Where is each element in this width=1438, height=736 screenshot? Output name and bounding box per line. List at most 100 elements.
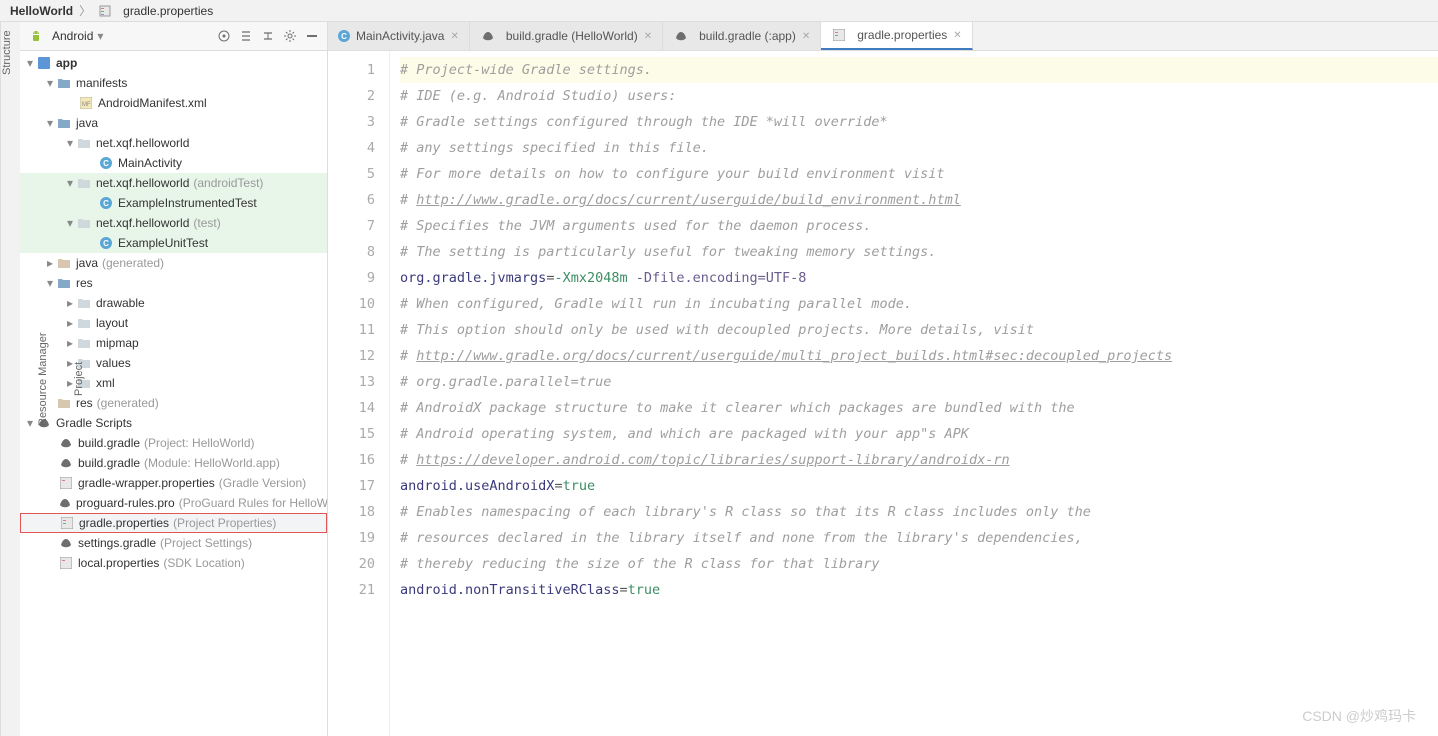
editor-tab[interactable]: CMainActivity.java✕ xyxy=(328,22,470,50)
code-line[interactable]: # IDE (e.g. Android Studio) users: xyxy=(400,83,1438,109)
code-line[interactable]: android.useAndroidX=true xyxy=(400,473,1438,499)
tree-bg-module[interactable]: build.gradle(Module: HelloWorld.app) xyxy=(20,453,327,473)
breadcrumb-project[interactable]: HelloWorld xyxy=(10,4,73,18)
breadcrumb-sep: 〉 xyxy=(79,2,91,19)
tree-gradle-properties[interactable]: gradle.properties(Project Properties) xyxy=(20,513,327,533)
watermark: CSDN @炒鸡玛卡 xyxy=(1302,706,1416,726)
line-number: 11 xyxy=(328,317,375,343)
line-gutter: 123456789101112131415161718192021 xyxy=(328,51,390,736)
code-line[interactable]: # Enables namespacing of each library's … xyxy=(400,499,1438,525)
code-line[interactable]: # https://developer.android.com/topic/li… xyxy=(400,447,1438,473)
tree-values[interactable]: ▸values xyxy=(20,353,327,373)
line-number: 21 xyxy=(328,577,375,603)
tree-xml[interactable]: ▸xml xyxy=(20,373,327,393)
folder-icon xyxy=(56,78,72,88)
tree-instr-test[interactable]: CExampleInstrumentedTest xyxy=(20,193,327,213)
hide-icon[interactable] xyxy=(305,29,319,43)
rail-resource-manager[interactable]: Resource Manager xyxy=(37,332,49,426)
tree-drawable[interactable]: ▸drawable xyxy=(20,293,327,313)
tree-main-activity[interactable]: CMainActivity xyxy=(20,153,327,173)
code-line[interactable]: android.nonTransitiveRClass=true xyxy=(400,577,1438,603)
editor-tab[interactable]: build.gradle (HelloWorld) ✕ xyxy=(470,22,663,50)
properties-icon xyxy=(58,477,74,489)
line-number: 19 xyxy=(328,525,375,551)
code-line[interactable]: # Gradle settings configured through the… xyxy=(400,109,1438,135)
code-line[interactable]: # The setting is particularly useful for… xyxy=(400,239,1438,265)
tree-app[interactable]: ▾app xyxy=(20,53,327,73)
line-number: 18 xyxy=(328,499,375,525)
tab-label: build.gradle (:app) xyxy=(699,29,796,43)
tree-mipmap[interactable]: ▸mipmap xyxy=(20,333,327,353)
folder-icon xyxy=(76,298,92,308)
project-tree[interactable]: ▾app ▾manifests MFAndroidManifest.xml ▾j… xyxy=(20,51,327,736)
tree-proguard[interactable]: proguard-rules.pro(ProGuard Rules for He… xyxy=(20,493,327,513)
code-line[interactable]: # Android operating system, and which ar… xyxy=(400,421,1438,447)
code-line[interactable]: # This option should only be used with d… xyxy=(400,317,1438,343)
tree-local-props[interactable]: local.properties(SDK Location) xyxy=(20,553,327,573)
code-line[interactable]: # AndroidX package structure to make it … xyxy=(400,395,1438,421)
tree-gradle-scripts[interactable]: ▾Gradle Scripts xyxy=(20,413,327,433)
code-line[interactable]: # any settings specified in this file. xyxy=(400,135,1438,161)
tree-java-gen[interactable]: ▸java(generated) xyxy=(20,253,327,273)
close-icon[interactable]: ✕ xyxy=(450,31,458,42)
properties-icon xyxy=(831,29,847,41)
class-icon: C xyxy=(98,197,114,209)
editor-body[interactable]: 123456789101112131415161718192021 # Proj… xyxy=(328,51,1438,736)
gradle-icon xyxy=(480,30,496,42)
breadcrumb-file[interactable]: gradle.properties xyxy=(123,4,213,18)
code-line[interactable]: # org.gradle.parallel=true xyxy=(400,369,1438,395)
close-icon[interactable]: ✕ xyxy=(644,31,652,42)
rail-project[interactable]: Project xyxy=(73,362,85,396)
line-number: 14 xyxy=(328,395,375,421)
code-line[interactable]: # Project-wide Gradle settings. xyxy=(400,57,1438,83)
folder-icon xyxy=(56,118,72,128)
tab-label: build.gradle (HelloWorld) xyxy=(506,29,638,43)
sidebar-header: Android ▾ xyxy=(20,22,327,51)
code-line[interactable]: # http://www.gradle.org/docs/current/use… xyxy=(400,187,1438,213)
tree-res-gen[interactable]: res(generated) xyxy=(20,393,327,413)
tree-layout[interactable]: ▸layout xyxy=(20,313,327,333)
tree-java[interactable]: ▾java xyxy=(20,113,327,133)
code-line[interactable]: # thereby reducing the size of the R cla… xyxy=(400,551,1438,577)
tree-manifests[interactable]: ▾manifests xyxy=(20,73,327,93)
folder-icon xyxy=(76,318,92,328)
tree-pkg-test[interactable]: ▾net.xqf.helloworld(test) xyxy=(20,213,327,233)
package-icon xyxy=(76,178,92,188)
settings-icon[interactable] xyxy=(283,29,297,43)
close-icon[interactable]: ✕ xyxy=(953,30,961,41)
editor-tab[interactable]: build.gradle (:app) ✕ xyxy=(663,22,821,50)
tree-unit-test[interactable]: CExampleUnitTest xyxy=(20,233,327,253)
select-opened-icon[interactable] xyxy=(217,29,231,43)
tree-settings-gradle[interactable]: settings.gradle(Project Settings) xyxy=(20,533,327,553)
sidebar-mode-selector[interactable]: Android ▾ xyxy=(28,29,211,43)
code-line[interactable]: org.gradle.jvmargs=-Xmx2048m -Dfile.enco… xyxy=(400,265,1438,291)
collapse-icon[interactable] xyxy=(261,29,275,43)
manifest-icon: MF xyxy=(78,97,94,109)
code-line[interactable]: # Specifies the JVM arguments used for t… xyxy=(400,213,1438,239)
editor-tab[interactable]: gradle.properties ✕ xyxy=(821,22,972,50)
rail-structure[interactable]: Structure xyxy=(1,30,13,75)
tree-wrapper[interactable]: gradle-wrapper.properties(Gradle Version… xyxy=(20,473,327,493)
line-number: 16 xyxy=(328,447,375,473)
line-number: 6 xyxy=(328,187,375,213)
line-number: 2 xyxy=(328,83,375,109)
tab-label: gradle.properties xyxy=(857,28,947,42)
tab-label: MainActivity.java xyxy=(356,29,444,43)
tree-pkg-main[interactable]: ▾net.xqf.helloworld xyxy=(20,133,327,153)
expand-icon[interactable] xyxy=(239,29,253,43)
tree-manifest-file[interactable]: MFAndroidManifest.xml xyxy=(20,93,327,113)
code-content[interactable]: # Project-wide Gradle settings.# IDE (e.… xyxy=(390,51,1438,736)
gradle-icon xyxy=(58,497,72,509)
tree-res[interactable]: ▾res xyxy=(20,273,327,293)
tree-bg-project[interactable]: build.gradle(Project: HelloWorld) xyxy=(20,433,327,453)
package-icon xyxy=(76,138,92,148)
line-number: 13 xyxy=(328,369,375,395)
tree-pkg-androidtest[interactable]: ▾net.xqf.helloworld(androidTest) xyxy=(20,173,327,193)
code-line[interactable]: # When configured, Gradle will run in in… xyxy=(400,291,1438,317)
gen-folder-icon xyxy=(56,258,72,268)
android-icon xyxy=(28,29,44,43)
code-line[interactable]: # resources declared in the library itse… xyxy=(400,525,1438,551)
close-icon[interactable]: ✕ xyxy=(802,31,810,42)
code-line[interactable]: # http://www.gradle.org/docs/current/use… xyxy=(400,343,1438,369)
code-line[interactable]: # For more details on how to configure y… xyxy=(400,161,1438,187)
